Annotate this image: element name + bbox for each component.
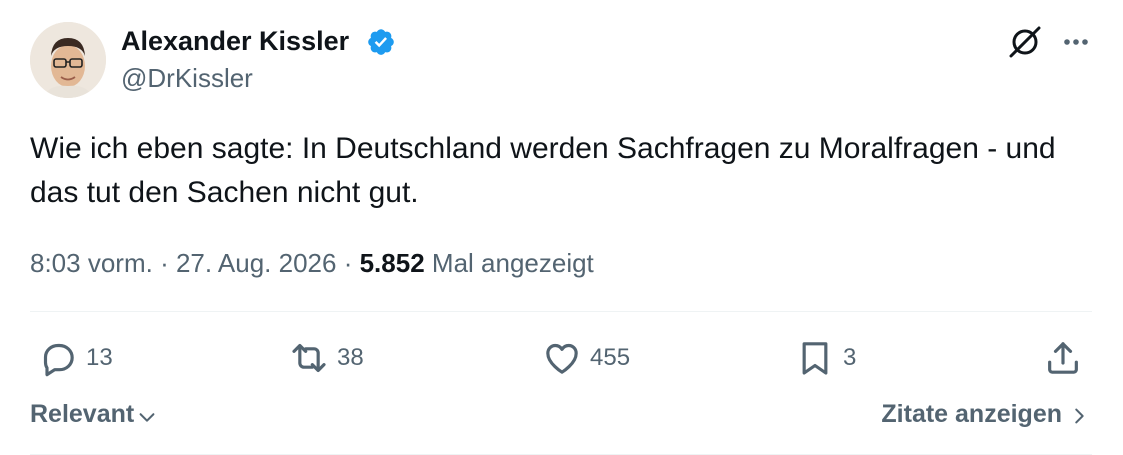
tweet-meta: 8:03 vorm. · 27. Aug. 2026 · 5.852 Mal a… [30,245,594,281]
verified-badge-icon [368,29,394,55]
meta-separator: · [160,248,169,278]
grok-icon[interactable] [1007,24,1043,60]
reply-count: 13 [86,344,113,371]
views-label: Mal angezeigt [431,248,594,278]
avatar[interactable] [30,22,106,98]
share-button[interactable] [1043,336,1083,380]
like-count: 455 [590,344,631,371]
views-count: 5.852 [359,248,425,278]
repost-count: 38 [337,344,364,371]
chevron-right-icon [1075,408,1084,424]
quotes-label: Zitate anzeigen [881,400,1062,428]
author-handle[interactable]: @DrKissler [121,62,253,94]
bookmark-icon [802,342,828,375]
sort-dropdown[interactable]: Relevant [30,400,158,429]
more-icon[interactable] [1058,28,1094,56]
author-name[interactable]: Alexander Kissler [121,25,349,57]
chevron-down-icon [139,412,155,422]
bookmark-count: 3 [843,344,857,371]
reply-icon [43,343,74,377]
tweet-text: Wie ich eben sagte: In Deutschland werde… [30,132,1056,209]
share-icon [1048,342,1078,374]
tweet-date[interactable]: 27. Aug. 2026 [176,248,336,278]
repost-button[interactable]: 38 [289,336,364,380]
divider [30,311,1092,312]
like-icon [546,343,578,374]
sort-label: Relevant [30,400,135,428]
like-button[interactable]: 455 [542,336,630,380]
reply-button[interactable]: 13 [38,336,113,380]
repost-icon [292,343,326,373]
view-quotes-link[interactable]: Zitate anzeigen [881,400,1090,429]
bookmark-button[interactable]: 3 [795,336,856,380]
tweet-time[interactable]: 8:03 vorm. [30,248,153,278]
meta-separator: · [343,248,353,278]
